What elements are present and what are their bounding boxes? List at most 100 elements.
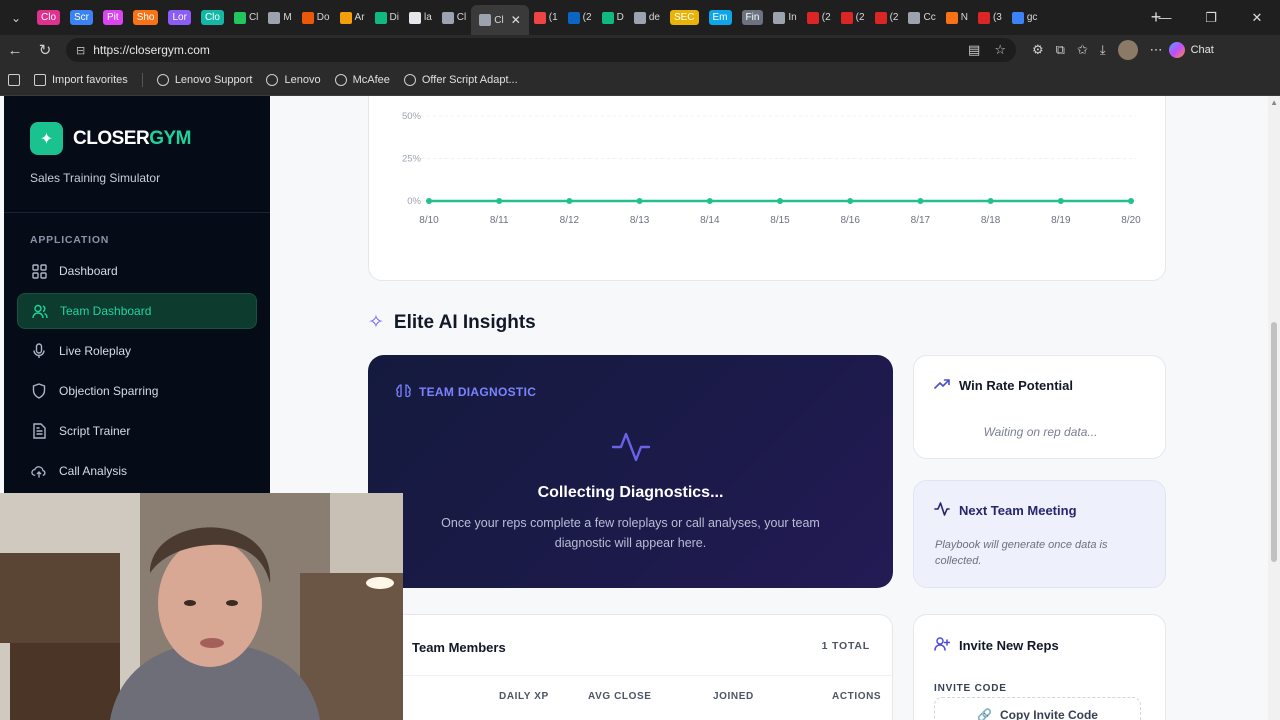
browser-tab[interactable]: (2 [563, 5, 597, 31]
sidebar-item-objection-sparring[interactable]: Objection Sparring [17, 373, 257, 409]
browser-tab[interactable]: In [768, 5, 801, 31]
copilot-chat-button[interactable]: Chat [1168, 42, 1214, 58]
browser-tab[interactable]: M [263, 5, 296, 31]
more-icon[interactable]: ⋯ [1150, 42, 1163, 58]
tab-close-icon[interactable]: ✕ [511, 13, 521, 27]
browser-tab[interactable]: (3 [973, 5, 1007, 31]
browser-tab[interactable]: Scr [65, 5, 98, 31]
tab-list: Clo Scr Pit Sho Lor Clo Cl M Do Ar Di la Cl Cl ✕ (1 (2 Dd… [32, 0, 1142, 35]
browser-tab[interactable]: (2 [802, 5, 836, 31]
data-point[interactable] [777, 198, 783, 204]
tab-favicon-icon [479, 14, 492, 26]
sidebar-item-call-analysis[interactable]: Call Analysis [17, 453, 257, 489]
tab-title: Cl [494, 14, 504, 26]
favorite-star-icon[interactable]: ☆ [994, 42, 1006, 58]
browser-tab[interactable]: Sho [128, 5, 164, 31]
favorites-icon[interactable]: ✩ [1077, 42, 1088, 58]
sidebar-item-script-trainer[interactable]: Script Trainer [17, 413, 257, 449]
downloads-icon[interactable]: ⤓ [1100, 42, 1106, 58]
x-tick-label: 8/15 [770, 215, 790, 226]
y-tick-label: 25% [402, 154, 422, 165]
bookmark-lenovo-support[interactable]: Lenovo Support [156, 74, 252, 86]
scroll-up-arrow-icon[interactable]: ▲ [1270, 98, 1278, 107]
data-point[interactable] [636, 198, 643, 204]
browser-tab-active[interactable]: Cl ✕ [471, 5, 529, 35]
sidebar-item-dashboard[interactable]: Dashboard [17, 253, 257, 289]
copy-invite-code-button[interactable]: 🔗 Copy Invite Code [934, 697, 1141, 720]
browser-tab[interactable]: N [941, 5, 973, 31]
data-point[interactable] [847, 198, 854, 204]
close-window-icon[interactable]: ✕ [1234, 0, 1280, 35]
page-scrollbar[interactable]: ▲ [1268, 96, 1280, 720]
browser-tab[interactable]: Cl [229, 5, 263, 31]
x-tick-label: 8/18 [981, 215, 1001, 226]
bookmark-lenovo[interactable]: Lenovo [266, 74, 321, 86]
data-point[interactable] [1057, 198, 1064, 204]
data-point[interactable] [566, 198, 573, 204]
bookmarks-bar: Import favorites Lenovo Support Lenovo M… [0, 65, 1280, 96]
browser-tab[interactable]: Ar [335, 5, 370, 31]
browser-tab[interactable]: Clo [196, 5, 229, 31]
bookmark-mcafee[interactable]: McAfee [334, 74, 390, 86]
tab-title: gc [1026, 12, 1038, 23]
tab-group-chip: Pit [103, 10, 123, 25]
browser-tab[interactable]: Cl [437, 5, 471, 31]
browser-tab[interactable]: Do [297, 5, 335, 31]
browser-tab[interactable]: Cc [903, 5, 940, 31]
data-point[interactable] [917, 198, 924, 204]
browser-tab[interactable]: Pit [98, 5, 128, 31]
column-header-joined[interactable]: JOINED [713, 691, 754, 702]
bookmarks-menu-icon[interactable] [8, 74, 20, 86]
browser-tab[interactable]: (2 [870, 5, 904, 31]
sidebar-item-live-roleplay[interactable]: Live Roleplay [17, 333, 257, 369]
bookmark-import-favorites[interactable]: Import favorites [34, 74, 128, 86]
x-tick-label: 8/14 [700, 215, 720, 226]
sidebar-item-label: Script Trainer [59, 424, 131, 438]
tab-group-chip: Clo [37, 10, 61, 25]
data-point[interactable] [706, 198, 713, 204]
data-point[interactable] [1128, 198, 1134, 204]
minimize-icon[interactable]: — [1142, 0, 1188, 35]
profile-avatar[interactable] [1117, 40, 1138, 60]
extensions-icon[interactable]: ⚙ [1032, 42, 1044, 58]
column-header-daily-xp[interactable]: DAILY XP [499, 691, 549, 702]
tab-title: Do [316, 12, 330, 23]
brand[interactable]: ✦ CLOSERGYM [30, 122, 191, 155]
browser-tab[interactable]: Em [704, 5, 737, 31]
browser-tab[interactable]: Fin [737, 5, 769, 31]
brand-suffix: GYM [149, 127, 191, 149]
data-point[interactable] [987, 198, 994, 204]
browser-tab[interactable]: de [629, 5, 665, 31]
bookmark-offer-script[interactable]: Offer Script Adapt... [403, 74, 518, 86]
browser-tab[interactable]: SEC [665, 5, 704, 31]
refresh-icon[interactable]: ↻ [30, 35, 60, 65]
address-bar[interactable]: ⊟ https://closergym.com ▤ ☆ [66, 38, 1016, 62]
browser-tab[interactable]: Clo [32, 5, 65, 31]
data-point[interactable] [426, 198, 432, 204]
browser-tab[interactable]: (2 [836, 5, 870, 31]
diagnostic-body: Once your reps complete a few roleplays … [441, 516, 820, 550]
scroll-thumb[interactable] [1271, 322, 1277, 562]
restore-icon[interactable]: ❐ [1188, 0, 1234, 35]
team-members-card: Team Members 1 TOTAL DAILY XP AVG CLOSE … [368, 614, 894, 720]
column-header-avg-close[interactable]: AVG CLOSE [588, 691, 652, 702]
label-text: TEAM DIAGNOSTIC [419, 385, 537, 399]
browser-tab[interactable]: Di [370, 5, 404, 31]
browser-tab[interactable]: (1 [529, 5, 563, 31]
reader-mode-icon[interactable]: ▤ [968, 42, 980, 58]
sidebar-item-label: Team Dashboard [60, 304, 152, 318]
site-info-icon[interactable]: ⊟ [76, 44, 85, 57]
tab-title: Di [389, 12, 399, 23]
split-screen-icon[interactable]: ⧉ [1056, 42, 1065, 58]
browser-tab[interactable]: la [404, 5, 437, 31]
tab-title: Ar [354, 12, 365, 23]
browser-tab[interactable]: D [597, 5, 629, 31]
tab-favicon-icon [441, 11, 454, 24]
browser-tab[interactable]: gc [1007, 5, 1043, 31]
sidebar-item-team-dashboard[interactable]: Team Dashboard [17, 293, 257, 329]
data-point[interactable] [496, 198, 503, 204]
tab-actions-menu-icon[interactable]: ⌄ [0, 0, 32, 35]
browser-tab[interactable]: Lor [163, 5, 195, 31]
back-icon[interactable]: ← [0, 35, 30, 65]
x-tick-label: 8/10 [419, 215, 439, 226]
